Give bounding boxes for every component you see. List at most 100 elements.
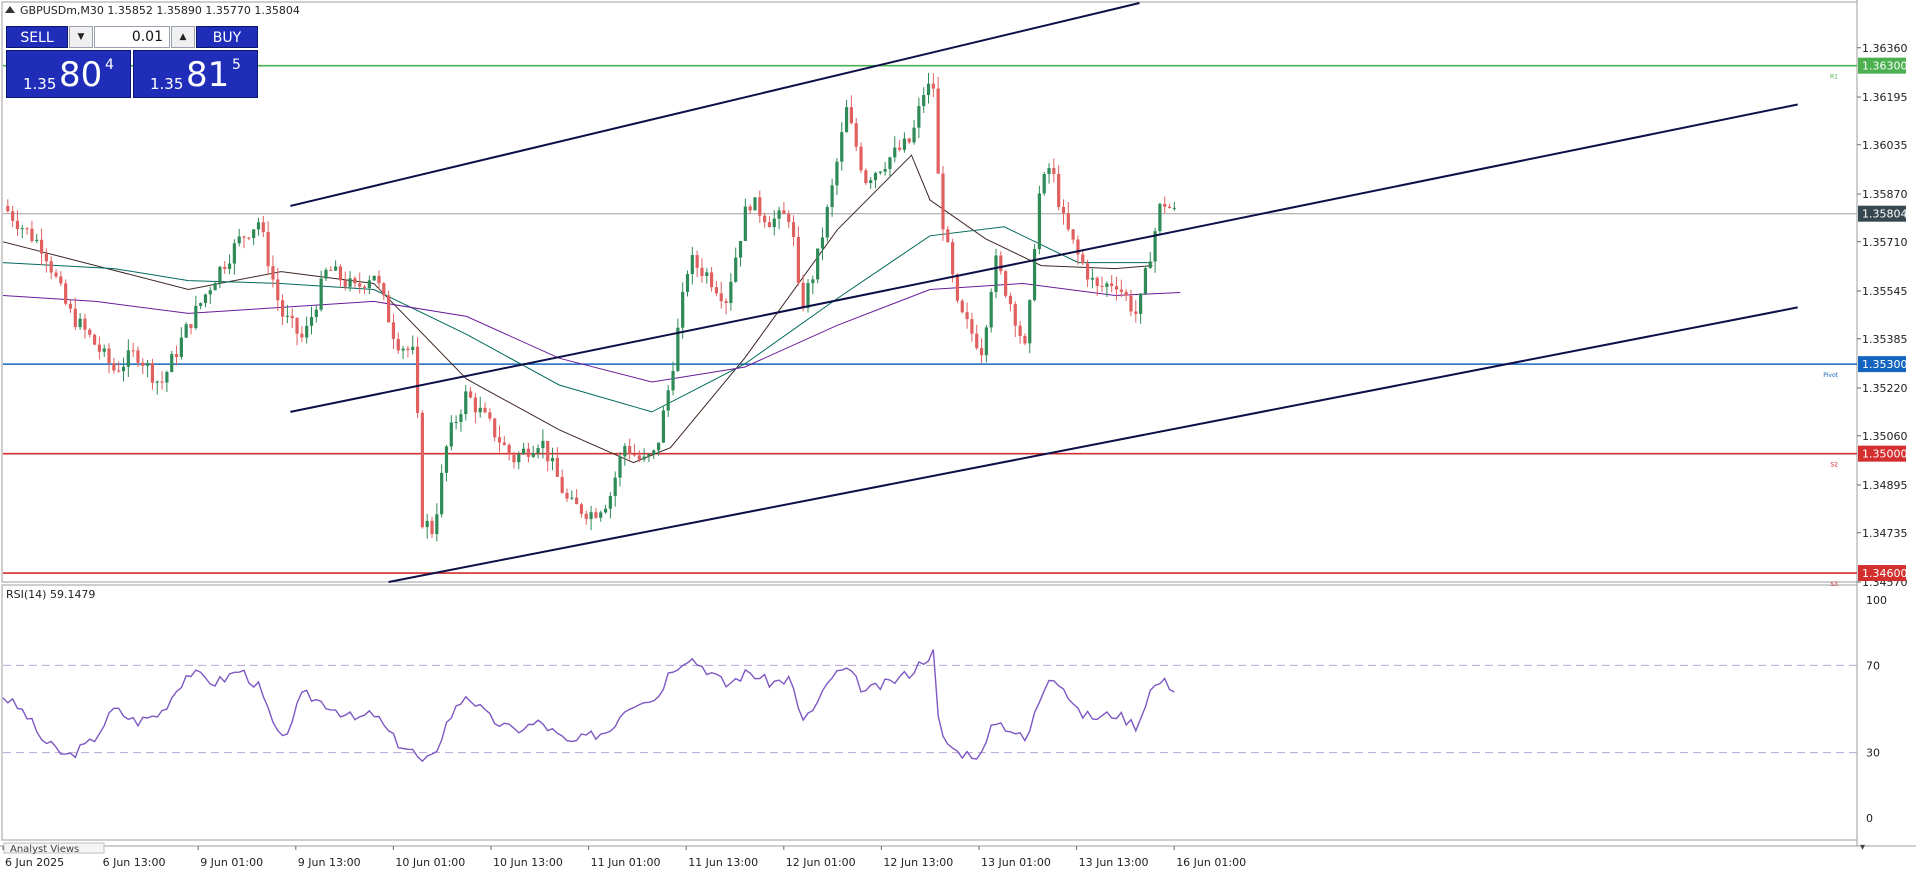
candle-body[interactable] xyxy=(902,138,907,150)
candle-body[interactable] xyxy=(126,350,130,367)
candle-body[interactable] xyxy=(1004,271,1008,296)
candle-body[interactable] xyxy=(709,272,714,288)
candle-body[interactable] xyxy=(676,327,680,371)
candle-body[interactable] xyxy=(700,267,704,277)
candle-body[interactable] xyxy=(859,146,863,171)
candle-body[interactable] xyxy=(88,329,92,335)
candle-body[interactable] xyxy=(560,476,564,493)
candle-body[interactable] xyxy=(888,157,892,169)
candle-body[interactable] xyxy=(223,266,227,269)
candle-body[interactable] xyxy=(555,457,559,477)
candle-body[interactable] xyxy=(936,88,940,174)
candle-body[interactable] xyxy=(141,362,145,366)
candle-body[interactable] xyxy=(777,210,781,219)
candle-body[interactable] xyxy=(112,363,116,371)
candle-body[interactable] xyxy=(536,448,540,454)
candle-body[interactable] xyxy=(565,492,569,499)
candle-body[interactable] xyxy=(1172,207,1176,209)
candle-body[interactable] xyxy=(883,168,887,172)
candle-body[interactable] xyxy=(218,266,222,284)
candle-body[interactable] xyxy=(227,263,232,269)
candle-body[interactable] xyxy=(170,354,174,373)
candle-body[interactable] xyxy=(329,269,333,271)
candle-body[interactable] xyxy=(671,370,675,391)
candle-body[interactable] xyxy=(753,197,757,211)
candle-body[interactable] xyxy=(1018,325,1022,336)
candle-body[interactable] xyxy=(184,324,188,338)
candle-body[interactable] xyxy=(642,456,646,460)
candle-body[interactable] xyxy=(155,381,159,383)
candle-body[interactable] xyxy=(97,344,102,352)
candle-body[interactable] xyxy=(748,206,752,211)
lot-increase-button[interactable]: ▲ xyxy=(171,26,195,48)
candle-body[interactable] xyxy=(83,318,87,330)
candle-body[interactable] xyxy=(869,180,873,184)
sell-button[interactable]: SELL xyxy=(6,26,68,48)
candle-body[interactable] xyxy=(39,239,44,254)
candle-body[interactable] xyxy=(266,232,270,267)
candle-body[interactable] xyxy=(763,215,767,223)
lot-size-input[interactable]: 0.01 xyxy=(94,26,170,48)
candle-body[interactable] xyxy=(864,170,868,184)
candle-body[interactable] xyxy=(131,350,135,352)
candle-body[interactable] xyxy=(951,242,955,275)
candle-body[interactable] xyxy=(806,283,810,308)
candle-body[interactable] xyxy=(719,293,723,302)
buy-button[interactable]: BUY xyxy=(196,26,258,48)
candle-body[interactable] xyxy=(150,363,155,383)
candle-body[interactable] xyxy=(570,497,574,499)
candle-body[interactable] xyxy=(502,442,506,445)
candle-body[interactable] xyxy=(213,283,217,291)
candle-body[interactable] xyxy=(1163,203,1167,207)
candle-body[interactable] xyxy=(420,412,424,528)
candle-body[interactable] xyxy=(174,354,179,357)
candle-body[interactable] xyxy=(999,255,1003,272)
candle-body[interactable] xyxy=(507,444,511,455)
candle-body[interactable] xyxy=(1066,213,1070,230)
candle-body[interactable] xyxy=(468,391,473,398)
candle-body[interactable] xyxy=(738,241,743,258)
candle-body[interactable] xyxy=(1023,335,1027,344)
candle-body[interactable] xyxy=(473,397,477,413)
candle-body[interactable] xyxy=(1139,293,1143,314)
candle-body[interactable] xyxy=(396,338,400,351)
candle-body[interactable] xyxy=(64,283,68,304)
candle-body[interactable] xyxy=(78,318,82,328)
candle-body[interactable] xyxy=(1100,285,1104,287)
rsi-pane[interactable] xyxy=(1,584,1858,841)
candle-body[interactable] xyxy=(599,512,603,518)
candle-body[interactable] xyxy=(44,253,48,262)
candle-body[interactable] xyxy=(334,266,338,271)
candle-body[interactable] xyxy=(579,504,584,514)
candle-body[interactable] xyxy=(146,363,150,366)
candle-body[interactable] xyxy=(353,278,357,284)
candle-body[interactable] xyxy=(941,173,945,230)
candle-body[interactable] xyxy=(1071,229,1075,240)
candle-body[interactable] xyxy=(584,513,588,519)
candle-body[interactable] xyxy=(362,286,367,288)
candle-body[interactable] xyxy=(734,257,738,282)
candle-body[interactable] xyxy=(1167,206,1172,209)
candle-body[interactable] xyxy=(343,280,347,287)
candle-body[interactable] xyxy=(165,372,169,383)
candle-body[interactable] xyxy=(68,303,73,309)
candle-body[interactable] xyxy=(319,278,323,310)
candle-body[interactable] xyxy=(1134,311,1138,314)
candle-body[interactable] xyxy=(840,132,844,162)
candle-body[interactable] xyxy=(1047,168,1051,175)
candle-body[interactable] xyxy=(107,348,111,364)
candle-body[interactable] xyxy=(252,229,256,239)
candle-body[interactable] xyxy=(512,454,516,463)
candle-body[interactable] xyxy=(589,512,593,519)
candle-body[interactable] xyxy=(449,422,453,447)
candle-body[interactable] xyxy=(1013,304,1017,326)
candle-body[interactable] xyxy=(878,171,882,173)
candle-body[interactable] xyxy=(59,276,63,284)
candle-body[interactable] xyxy=(922,95,926,107)
candle-body[interactable] xyxy=(324,269,328,279)
candle-body[interactable] xyxy=(92,334,97,345)
candle-body[interactable] xyxy=(30,228,34,242)
candle-body[interactable] xyxy=(411,346,415,350)
candle-body[interactable] xyxy=(391,322,396,339)
candle-body[interactable] xyxy=(531,453,535,457)
